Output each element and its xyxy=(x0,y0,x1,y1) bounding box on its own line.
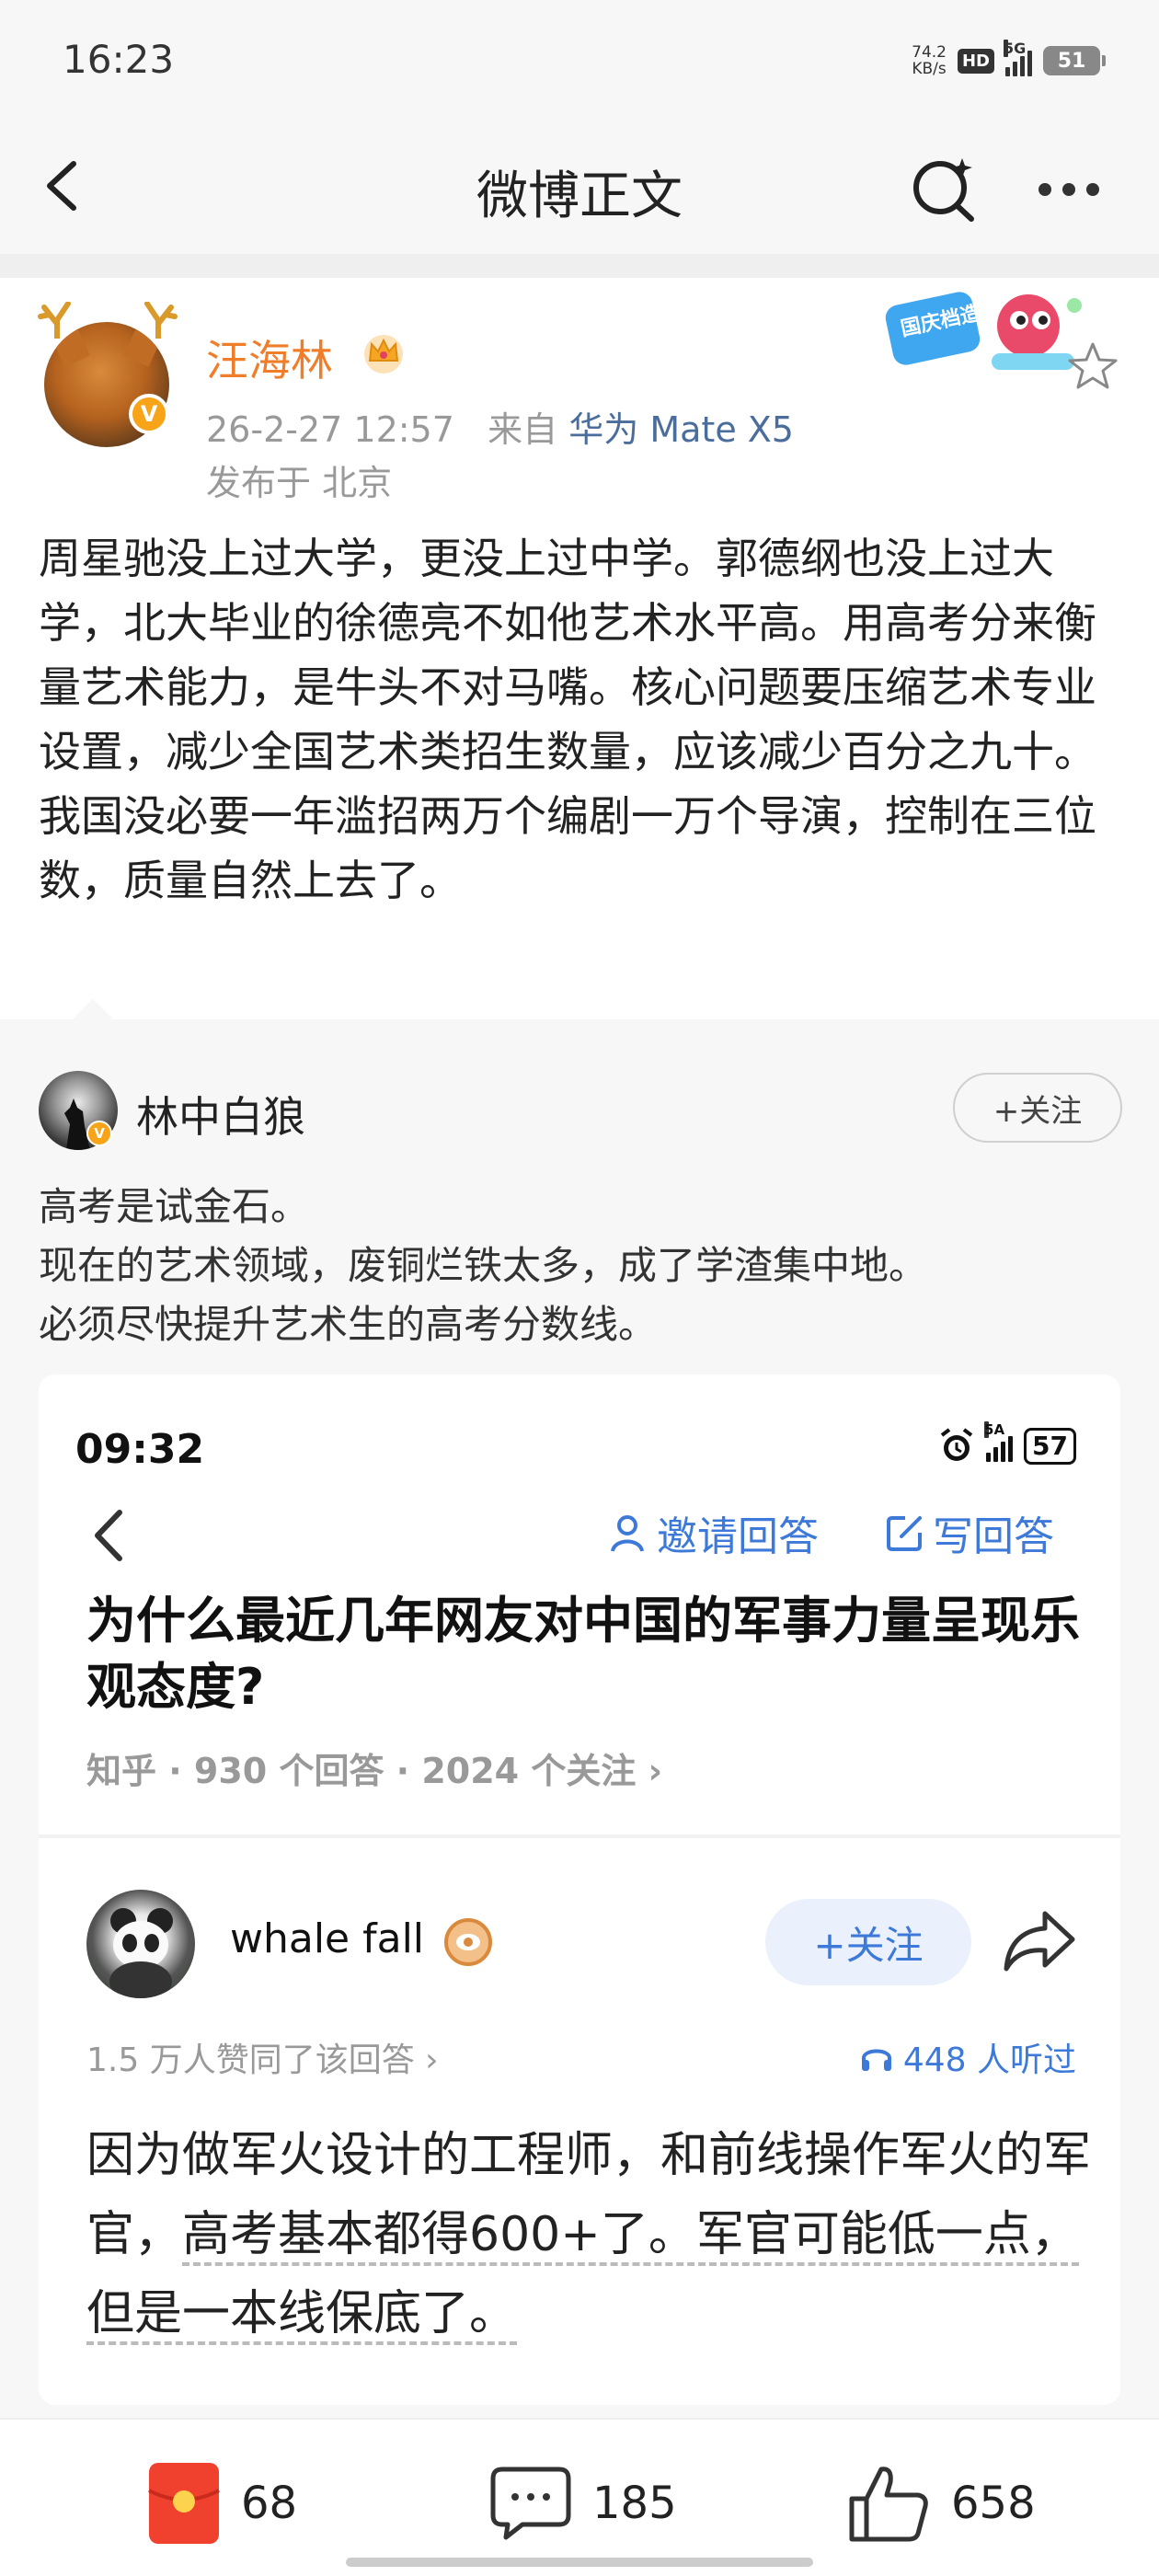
embedded-status-indicators: 5A 57 xyxy=(938,1421,1076,1465)
page-title: 微博正文 xyxy=(476,167,683,226)
bottom-action-bar: 68 185 658 xyxy=(0,2418,1159,2576)
divider xyxy=(0,254,1159,278)
panda-icon xyxy=(109,1908,173,1998)
nav-bar: 微博正文 xyxy=(0,120,1159,254)
device-link[interactable]: 华为 Mate X5 xyxy=(568,409,794,450)
holiday-badge-icon: 国庆档造梗高手 xyxy=(885,288,1082,370)
like-count: 658 xyxy=(951,2478,1036,2529)
battery-icon: 51 xyxy=(1043,46,1106,75)
comment-icon xyxy=(490,2467,571,2540)
status-time: 16:23 xyxy=(63,37,175,82)
highlighted-text: 高考基本都得600+了。军官可能低一点，但是一本线保底了。 xyxy=(86,2207,1079,2345)
search-icon[interactable] xyxy=(907,153,981,226)
reward-count: 68 xyxy=(241,2478,298,2529)
author-name[interactable]: 汪海林 xyxy=(206,328,333,388)
author-avatar[interactable]: V xyxy=(33,302,178,449)
post-location: 发布于 北京 xyxy=(206,463,393,503)
person-icon xyxy=(611,1515,644,1552)
embedded-status-time: 09:32 xyxy=(75,1426,205,1473)
red-envelope-icon xyxy=(148,2463,220,2544)
hd-icon: HD xyxy=(957,48,994,74)
embedded-image[interactable]: 09:32 5A 57 邀请回答 写回答 为什么最近几年网友对中国的军事力量呈现… xyxy=(39,1374,1120,2405)
write-answer-button[interactable]: 写回答 xyxy=(885,1503,1054,1562)
post-body: 周星驰没上过大学，更没上过中学。郭德纲也没上过大学，北大毕业的徐德亮不如他艺术水… xyxy=(39,534,1096,905)
status-indicators: 74.2 KB/s HD 5G 51 xyxy=(912,40,1106,79)
comment-count: 185 xyxy=(592,2478,677,2529)
avatar[interactable] xyxy=(86,1890,195,1998)
signal-icon: 5G xyxy=(1004,40,1032,76)
net-speed: 74.2 KB/s xyxy=(912,43,947,78)
question-title: 为什么最近几年网友对中国的军事力量呈现乐观态度? xyxy=(86,1592,1080,1716)
verified-badge-icon: V xyxy=(129,394,169,434)
verified-badge-icon: V xyxy=(86,1121,112,1146)
follow-button[interactable]: +关注 xyxy=(765,1899,971,1985)
answerer-name[interactable]: whale fall xyxy=(230,1915,424,1962)
chevron-left-icon[interactable] xyxy=(86,1503,132,1568)
answer-body: 因为做军火设计的工程师，和前线操作军火的军官，高考基本都得600+了。军官可能低… xyxy=(86,2116,1098,2353)
follow-button[interactable]: +关注 xyxy=(953,1073,1122,1143)
invite-answer-button[interactable]: 邀请回答 xyxy=(609,1503,819,1562)
question-meta[interactable]: 知乎 · 930 个回答 · 2024 个关注 › xyxy=(86,1742,662,1793)
status-bar: 16:23 74.2 KB/s HD 5G 51 xyxy=(0,0,1159,120)
signal-icon: 5A xyxy=(984,1421,1014,1462)
crown-icon xyxy=(364,335,403,374)
retweet-author[interactable]: 林中白狼 xyxy=(136,1084,305,1144)
thumbs-up-icon xyxy=(849,2467,928,2542)
post-meta: 26-2-27 12:57 来自 华为 Mate X5 xyxy=(206,409,794,450)
like-button[interactable]: 658 xyxy=(848,2462,1036,2545)
share-icon[interactable] xyxy=(999,1904,1080,1978)
alarm-icon xyxy=(940,1428,973,1461)
headphones-icon xyxy=(861,2049,891,2071)
home-indicator[interactable] xyxy=(346,2558,813,2567)
listen-count[interactable]: 448 人听过 xyxy=(859,2033,1076,2081)
comment-button[interactable]: 185 xyxy=(489,2462,677,2545)
reward-button[interactable]: 68 xyxy=(147,2462,297,2545)
approve-count[interactable]: 1.5 万人赞同了该回答 › xyxy=(86,2033,439,2081)
battery-icon: 57 xyxy=(1024,1428,1076,1465)
star-icon[interactable] xyxy=(1067,340,1119,392)
retweet-body: 高考是试金石。 现在的艺术领域，废铜烂铁太多，成了学渣集中地。 必须尽快提升艺术… xyxy=(39,1184,928,1347)
divider xyxy=(39,1834,1120,1838)
more-icon[interactable] xyxy=(1032,153,1106,226)
edit-icon xyxy=(887,1516,922,1551)
answerer-badge-icon xyxy=(444,1918,492,1966)
